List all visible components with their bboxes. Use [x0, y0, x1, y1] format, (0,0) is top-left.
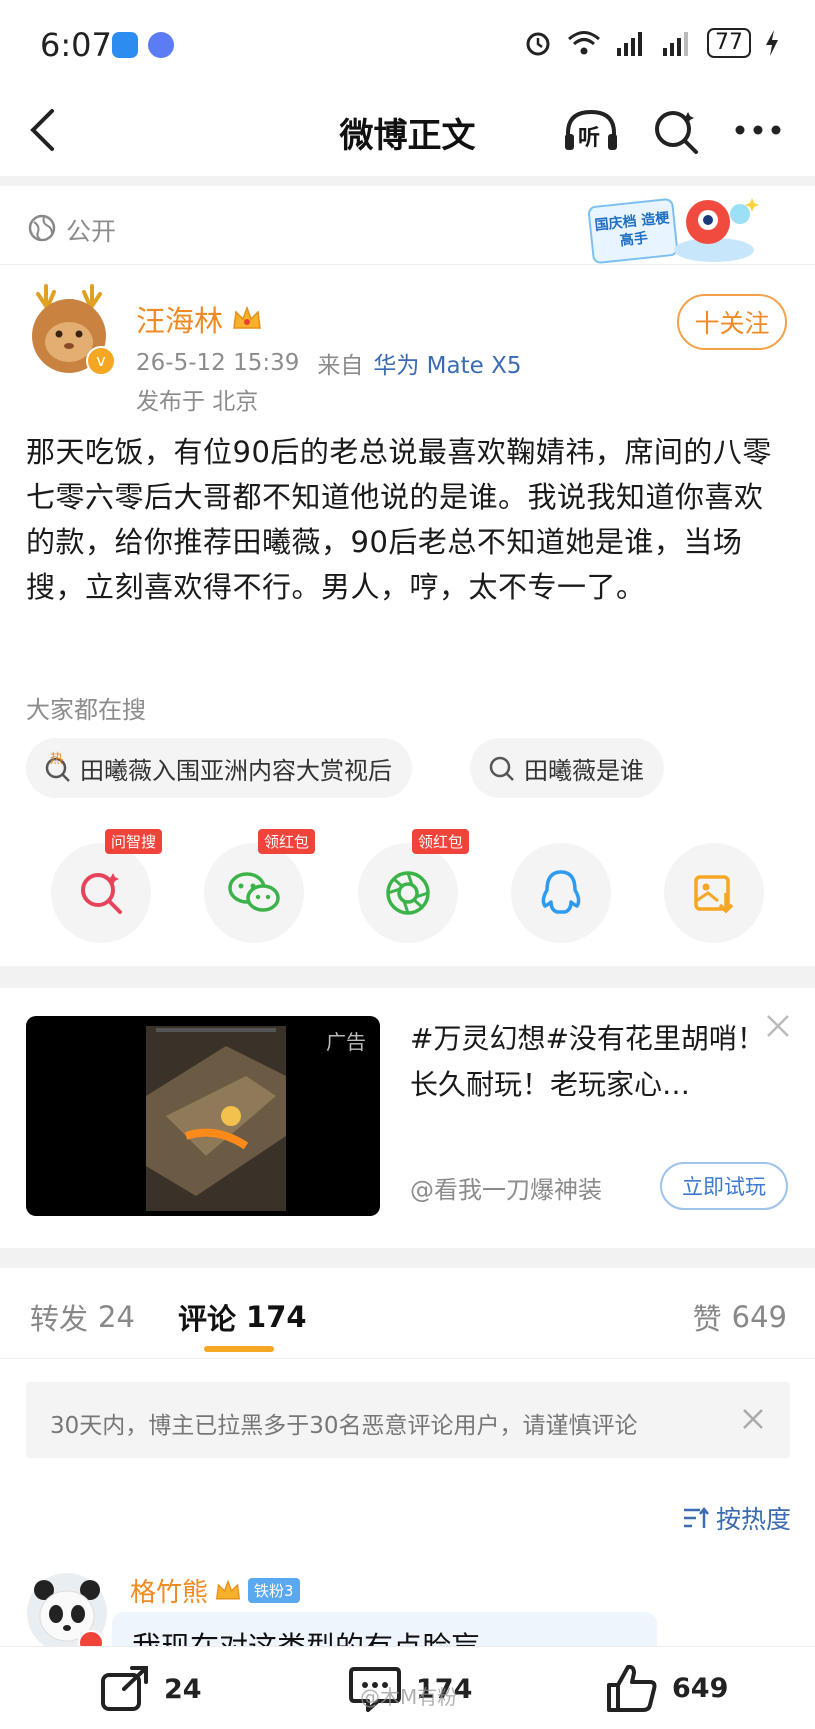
author-name[interactable]: 汪海林: [136, 298, 223, 340]
author-avatar[interactable]: v: [24, 284, 116, 376]
share-badge: 领红包: [412, 829, 470, 854]
share-moments-button[interactable]: 领红包: [358, 829, 470, 943]
ad-title[interactable]: #万灵幻想#没有花里胡哨！长久耐玩！老玩家心…: [410, 1016, 790, 1146]
sort-icon: [683, 1506, 709, 1528]
save-image-icon: [694, 875, 734, 914]
banner-text: 国庆档 造梗高手: [587, 197, 679, 265]
section-divider: [0, 264, 815, 265]
tab-likes-label: 赞: [692, 1302, 722, 1336]
repost-icon: [101, 1666, 148, 1711]
battery-indicator: 77: [707, 28, 751, 58]
wenzhisou-icon: [81, 873, 122, 914]
share-badge: 问智搜: [105, 829, 163, 854]
tab-likes-count: 649: [731, 1300, 787, 1334]
status-time: 6:07: [40, 26, 112, 64]
wechat-icon: [228, 872, 280, 912]
crown-member-icon: [216, 1579, 241, 1599]
comment-author-name[interactable]: 格竹熊: [130, 1572, 208, 1609]
hot-search-chip[interactable]: 热 田曦薇入围亚洲内容大赏视后: [26, 738, 412, 798]
search-chip-label: 田曦薇是谁: [524, 756, 644, 785]
notice-text: 30天内，博主已拉黑多于30名恶意评论用户，请谨慎评论: [50, 1413, 638, 1439]
hot-search-icon: 热: [44, 752, 72, 782]
ad-cta-button[interactable]: 立即试玩: [660, 1162, 788, 1210]
repost-count: 24: [164, 1673, 202, 1705]
post-timestamp: 26-5-12 15:39: [136, 350, 300, 376]
crown-member-icon: [233, 305, 261, 329]
tab-comments-label: 评论: [178, 1302, 237, 1336]
ad-account[interactable]: @看我一刀爆神装: [410, 1170, 602, 1205]
globe-icon: [28, 214, 56, 242]
fan-level-badge: 铁粉3: [248, 1578, 300, 1603]
verified-badge-icon: v: [86, 346, 116, 376]
close-icon[interactable]: [742, 1408, 764, 1430]
bottom-action-bar: 24 174 649 @木M有粉: [0, 1646, 815, 1729]
share-wechat-button[interactable]: 领红包: [204, 829, 316, 943]
search-chip[interactable]: 田曦薇是谁: [470, 738, 664, 798]
comment-avatar[interactable]: [26, 1572, 108, 1656]
active-tab-indicator: [204, 1346, 274, 1352]
campaign-banner[interactable]: 国庆档 造梗高手: [587, 192, 760, 266]
tab-likes[interactable]: 赞 649: [693, 1296, 787, 1338]
weather-app-icon: [112, 32, 138, 58]
share-save-image-button[interactable]: [664, 843, 764, 943]
visibility-label: 公开: [66, 217, 117, 246]
follow-button[interactable]: 十关注: [677, 294, 787, 350]
source-prefix: 来自: [317, 353, 364, 379]
sort-label: 按热度: [715, 1505, 791, 1534]
ad-video-thumbnail[interactable]: 广告: [26, 1016, 380, 1216]
wifi-icon: [568, 31, 600, 55]
share-wenzhisou-button[interactable]: 问智搜: [51, 829, 163, 943]
nav-divider: [0, 176, 815, 186]
share-badge: 领红包: [258, 829, 316, 854]
alarm-icon: [526, 32, 550, 56]
section-divider: [0, 966, 815, 988]
searching-label: 大家都在搜: [26, 696, 146, 724]
signal-1-icon: [617, 32, 642, 56]
share-qq-button[interactable]: [511, 843, 611, 943]
listen-label: 听: [578, 126, 601, 151]
watermark: @木M有粉: [360, 1685, 458, 1709]
like-button[interactable]: 649: [606, 1663, 728, 1713]
sort-by-heat-button[interactable]: 按热度: [682, 1500, 791, 1536]
mascot-icon: [674, 198, 759, 262]
listen-button[interactable]: 听: [562, 106, 620, 156]
status-bar: 6:07 77: [0, 0, 815, 92]
tab-repost-label: 转发: [30, 1302, 89, 1336]
tab-comments[interactable]: 评论 174: [178, 1296, 307, 1338]
tab-repost[interactable]: 转发 24: [30, 1296, 135, 1338]
repost-button[interactable]: 24: [100, 1665, 202, 1713]
charging-icon: [766, 30, 778, 56]
thumbs-up-icon: [607, 1664, 657, 1712]
moments-icon: [386, 871, 430, 915]
hot-badge: 热: [50, 752, 64, 767]
status-icons: 77: [523, 28, 779, 58]
music-app-icon: [148, 32, 174, 58]
signal-2-icon: [663, 32, 688, 56]
ad-tag: 广告: [326, 1030, 366, 1054]
close-icon[interactable]: [766, 1014, 790, 1038]
qq-icon: [541, 870, 581, 914]
section-divider: [0, 1248, 815, 1268]
post-body: 那天吃饭，有位90后的老总说最喜欢鞠婧祎，席间的八零七零六零后大哥都不知道他说的…: [26, 435, 772, 604]
like-count: 649: [672, 1672, 729, 1704]
search-icon[interactable]: [652, 108, 700, 156]
tabs-divider: [0, 1358, 815, 1359]
source-device-link[interactable]: 华为 Mate X5: [373, 346, 521, 380]
search-chip-label: 田曦薇入围亚洲内容大赏视后: [80, 756, 392, 785]
search-icon: [489, 756, 514, 781]
comment-notice: 30天内，博主已拉黑多于30名恶意评论用户，请谨慎评论: [26, 1382, 790, 1458]
tab-comments-count: 174: [246, 1300, 307, 1334]
tab-repost-count: 24: [98, 1300, 135, 1334]
more-options-icon[interactable]: [734, 124, 782, 136]
post-location: 发布于 北京: [136, 389, 259, 415]
